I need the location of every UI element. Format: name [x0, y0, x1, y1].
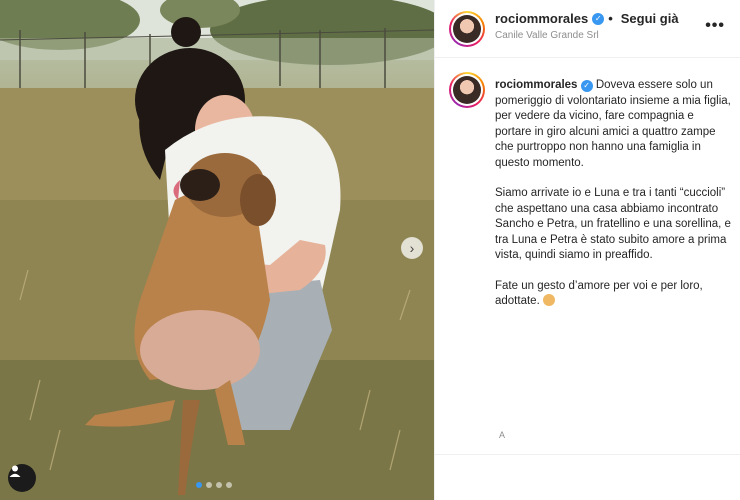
following-button[interactable]: Segui già	[621, 11, 679, 26]
post-side-panel: rociommorales ✓ • Segui già Canile Valle…	[434, 0, 740, 500]
carousel-dot	[216, 482, 222, 488]
verified-badge-icon: ✓	[592, 12, 605, 25]
avatar[interactable]	[449, 11, 485, 47]
caption-paragraph-3: Fate un gesto d’amore per voi e per loro…	[495, 279, 731, 310]
user-tag-icon	[9, 465, 21, 477]
chevron-right-icon: ›	[409, 240, 415, 256]
post-photo[interactable]: ›	[0, 0, 434, 500]
post-header: rociommorales ✓ • Segui già Canile Valle…	[435, 0, 740, 58]
photo-illustration	[0, 0, 434, 500]
verified-badge-icon: ✓	[580, 79, 593, 92]
post-caption: rociommorales ✓ Doveva essere solo un po…	[495, 78, 731, 325]
location-link[interactable]: Canile Valle Grande Srl	[495, 30, 599, 41]
separator-dot: •	[608, 11, 613, 26]
more-options-icon[interactable]: •••	[705, 17, 725, 35]
carousel-dot	[206, 482, 212, 488]
dog-face-emoji-icon	[542, 294, 555, 306]
caption-paragraph-2: Siamo arrivate io e Luna e tra i tanti “…	[495, 187, 731, 261]
next-photo-button[interactable]: ›	[401, 237, 423, 259]
caption-paragraph-1: rociommorales ✓ Doveva essere solo un po…	[495, 78, 731, 171]
user-tag-button[interactable]	[8, 464, 36, 492]
header-user-row: rociommorales ✓ • Segui già	[495, 11, 679, 26]
caption-avatar[interactable]	[449, 72, 485, 108]
header-username[interactable]: rociommorales	[495, 11, 588, 26]
divider	[435, 454, 740, 455]
footer-mark: A	[499, 430, 506, 440]
carousel-dot	[196, 482, 202, 488]
carousel-dot	[226, 482, 232, 488]
caption-username[interactable]: rociommorales	[495, 79, 577, 91]
caption-text-3: Fate un gesto d’amore per voi e per loro…	[495, 279, 703, 308]
caption-text-1: Doveva essere solo un pomeriggio di volo…	[495, 79, 731, 169]
carousel-indicator	[196, 482, 232, 488]
